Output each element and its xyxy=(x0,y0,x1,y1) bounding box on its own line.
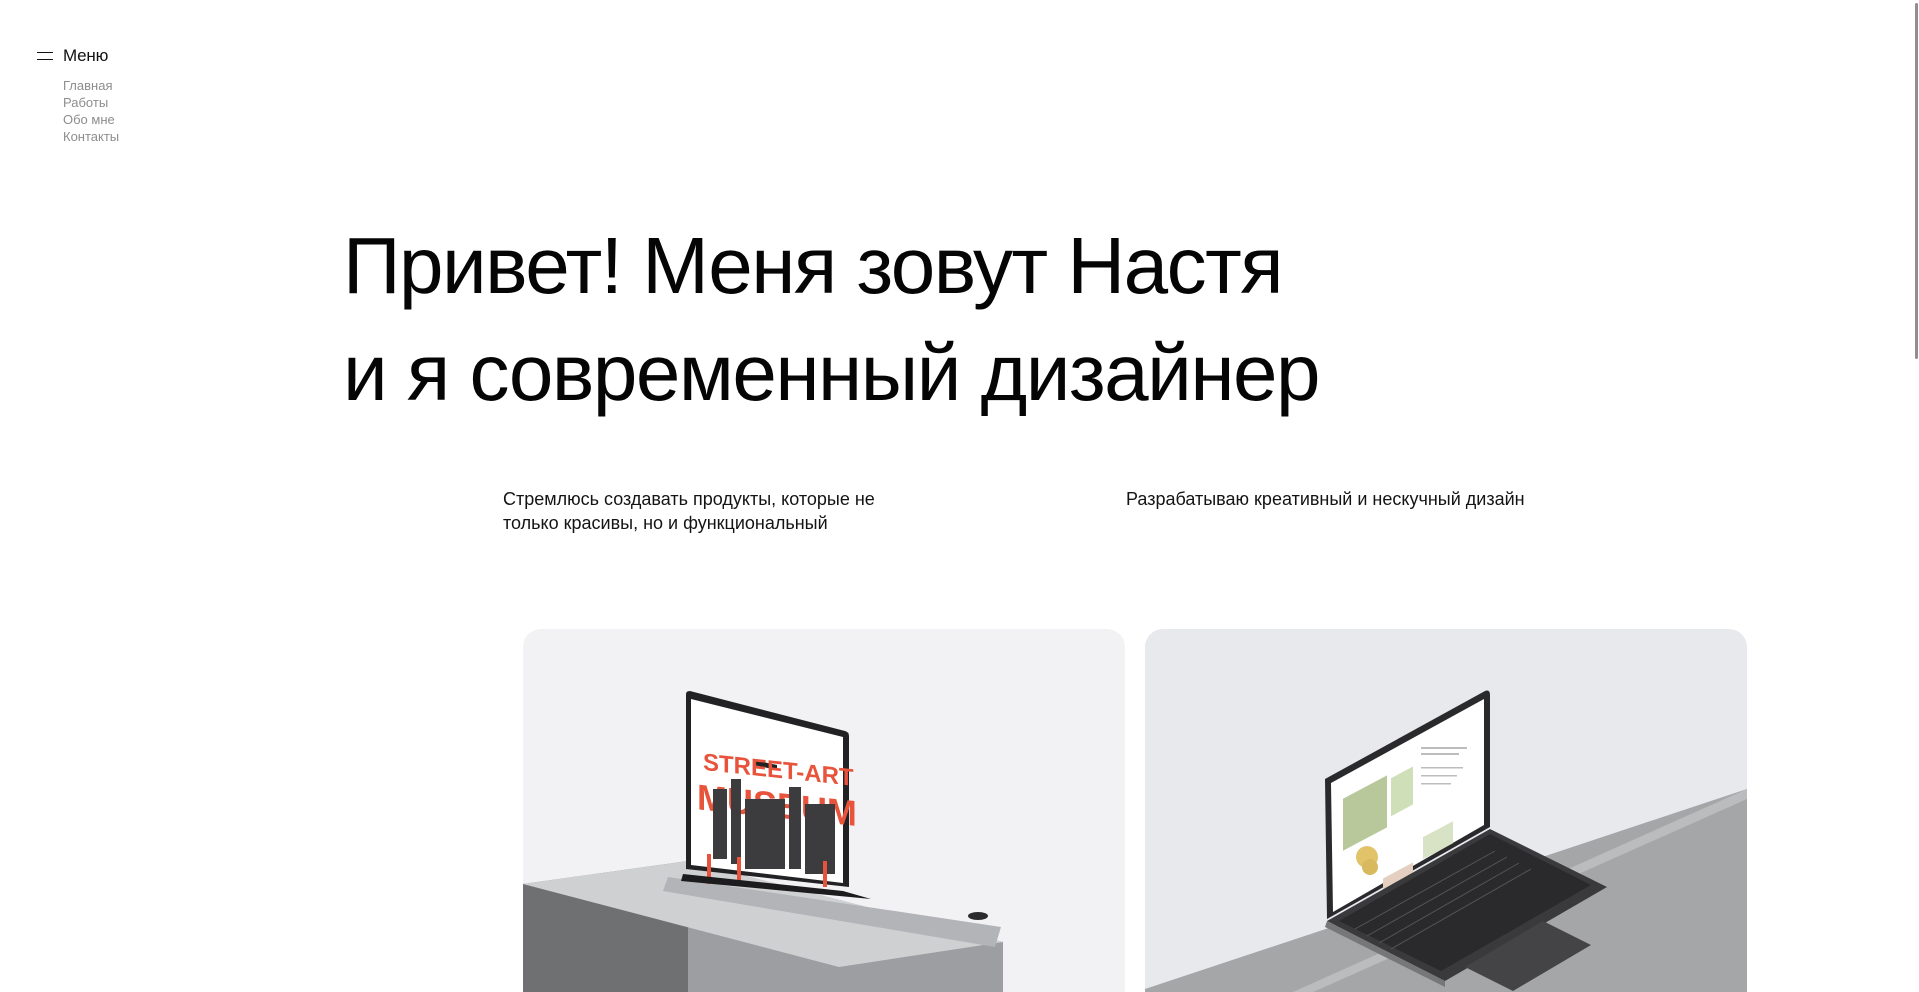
menu-item-home[interactable]: Главная xyxy=(63,78,119,94)
menu-item-about[interactable]: Обо мне xyxy=(63,112,119,128)
page-scrollbar[interactable] xyxy=(1911,0,1919,992)
menu-toggle-button[interactable]: Меню xyxy=(37,46,119,66)
menu-items: Главная Работы Обо мне Контакты xyxy=(63,78,119,145)
side-menu: Меню Главная Работы Обо мне Контакты xyxy=(37,46,119,145)
menu-item-works[interactable]: Работы xyxy=(63,95,119,111)
laptop-mockup-image-1: STREET-ART MUSEUM xyxy=(523,691,1003,992)
hero-title-line-1: Привет! Меня зовут Настя xyxy=(343,221,1284,310)
laptop-mockup-image-2 xyxy=(1145,690,1747,992)
menu-item-contacts[interactable]: Контакты xyxy=(63,129,119,145)
hero-title: Привет! Меня зовут Настя и я современный… xyxy=(343,212,1321,426)
subtitle-right: Разрабатываю креативный и нескучный диза… xyxy=(1126,489,1525,509)
subtitle-left-line-1: Стремлюсь создавать продукты, которые не xyxy=(503,489,875,509)
project-card-street-art[interactable]: STREET-ART MUSEUM xyxy=(523,629,1125,992)
scrollbar-thumb[interactable] xyxy=(1915,3,1918,359)
subtitle-left: Стремлюсь создавать продукты, которые не… xyxy=(503,487,923,535)
menu-label: Меню xyxy=(63,46,109,65)
hamburger-icon xyxy=(37,52,53,60)
project-card-nature[interactable] xyxy=(1145,629,1747,992)
subtitle-left-line-2: только красивы, но и функциональный xyxy=(503,513,828,533)
hero-title-line-2: и я современный дизайнер xyxy=(343,328,1321,417)
